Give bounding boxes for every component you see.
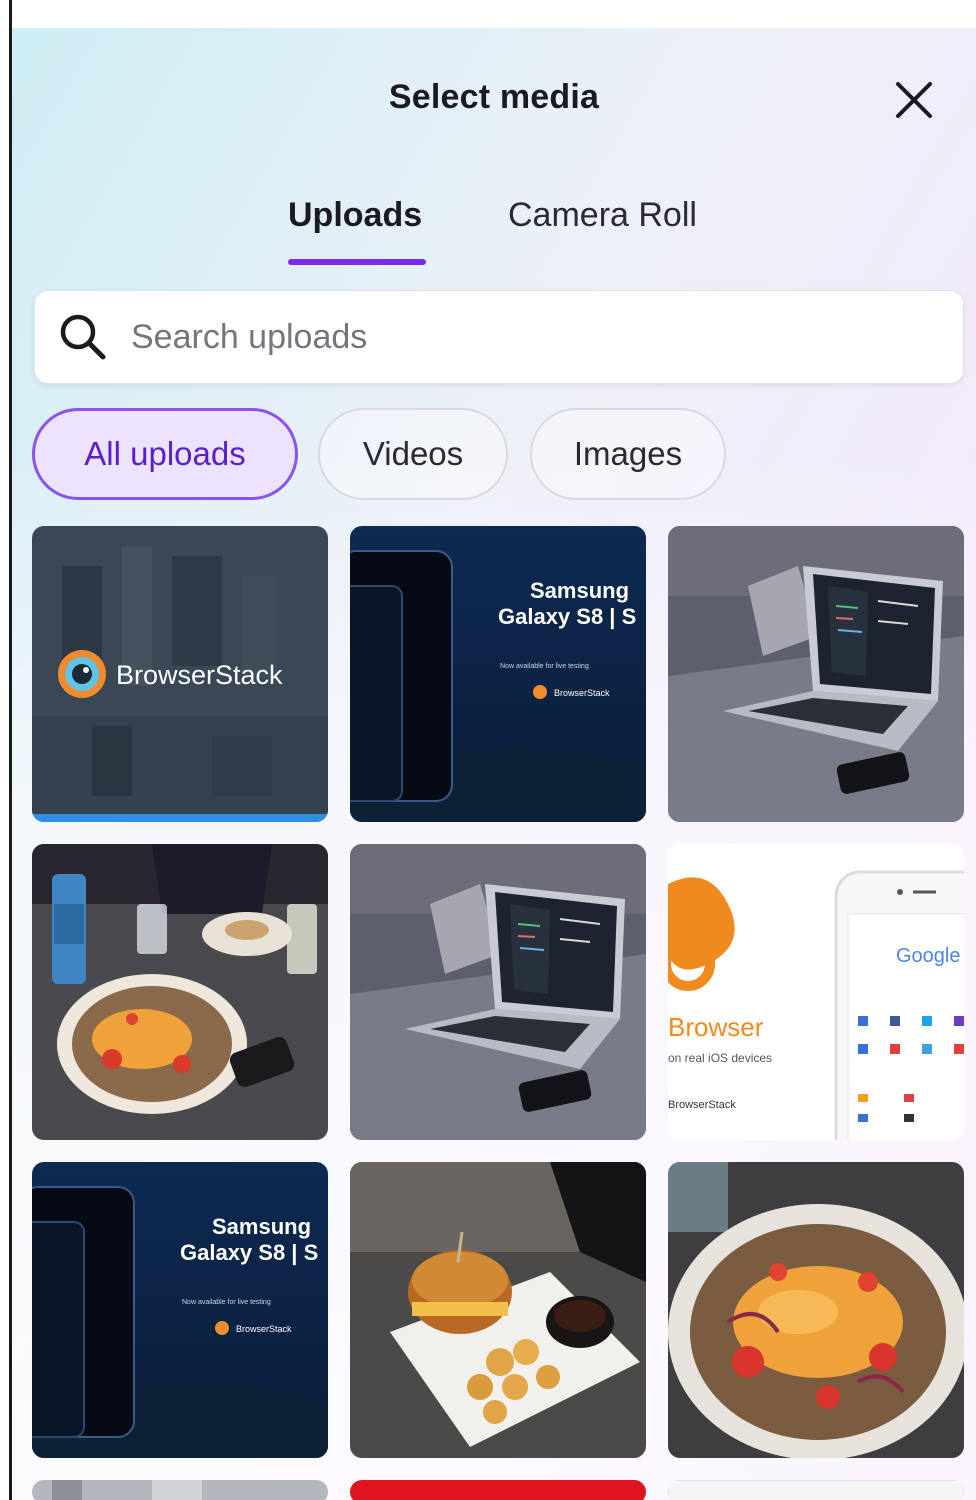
filter-all-uploads[interactable]: All uploads (32, 408, 298, 500)
search-icon (57, 311, 109, 363)
svg-text:BrowserStack: BrowserStack (236, 1324, 292, 1334)
upload-progress-bar (32, 814, 328, 822)
tab-camera-roll[interactable]: Camera Roll (508, 196, 697, 235)
thumbnail-salad-bowl[interactable] (668, 1162, 964, 1458)
thumbnail-image (32, 1480, 328, 1500)
close-button[interactable] (890, 76, 938, 124)
thumbnail-partial-1[interactable] (32, 1480, 328, 1500)
svg-text:Samsung: Samsung (530, 578, 629, 603)
svg-text:BrowserStack: BrowserStack (668, 1099, 736, 1111)
dialog-title: Select media (388, 78, 600, 116)
thumbnail-restaurant-table[interactable] (32, 844, 328, 1140)
close-icon (896, 82, 932, 118)
svg-text:Samsung: Samsung (212, 1214, 311, 1239)
filter-videos[interactable]: Videos (318, 408, 508, 500)
thumbnail-image (668, 1162, 964, 1458)
thumbnail-image (668, 526, 964, 822)
svg-text:Now available for live testing: Now available for live testing (500, 663, 589, 670)
svg-text:Galaxy S8 | S: Galaxy S8 | S (498, 604, 636, 629)
tab-uploads[interactable]: Uploads (288, 196, 422, 235)
thumbnail-image (668, 1480, 964, 1500)
thumbnail-samsung-galaxy-2[interactable]: Samsung Galaxy S8 | S Now available for … (32, 1162, 328, 1458)
thumbnail-image (350, 1162, 646, 1458)
thumbnail-burger-plate[interactable] (350, 1162, 646, 1458)
svg-text:Google: Google (896, 945, 961, 967)
thumbnail-samsung-galaxy[interactable]: Samsung Galaxy S8 | S Now available for … (350, 526, 646, 822)
thumbnail-browserstack[interactable]: BrowserStack (32, 526, 328, 822)
search-bar (34, 290, 964, 384)
thumbnail-partial-2[interactable] (350, 1480, 646, 1500)
thumbnail-partial-3[interactable] (668, 1480, 964, 1500)
browserstack-logo-text: BrowserStack (116, 660, 283, 690)
thumbnail-image (350, 1480, 646, 1500)
filter-images[interactable]: Images (530, 408, 726, 500)
active-tab-indicator (288, 259, 426, 265)
thumbnail-uc-browser[interactable]: Browser on real iOS devices BrowserStack… (668, 844, 964, 1140)
svg-text:Now available for live testing: Now available for live testing (182, 1299, 271, 1306)
svg-text:Browser: Browser (668, 1012, 764, 1042)
select-media-dialog: Select media Uploads Camera Roll All upl… (12, 28, 976, 1500)
thumbnail-image: Browser on real iOS devices BrowserStack… (668, 844, 964, 1140)
thumbnail-image: Samsung Galaxy S8 | S Now available for … (350, 526, 646, 822)
thumbnail-image: BrowserStack (32, 526, 328, 822)
thumbnail-image: Samsung Galaxy S8 | S Now available for … (32, 1162, 328, 1458)
thumbnail-laptop-2[interactable] (350, 844, 646, 1140)
svg-text:Galaxy S8 | S: Galaxy S8 | S (180, 1240, 318, 1265)
search-input[interactable] (129, 316, 893, 358)
svg-text:on real iOS devices: on real iOS devices (668, 1051, 772, 1065)
thumbnail-laptop-1[interactable] (668, 526, 964, 822)
thumbnail-image (350, 844, 646, 1140)
svg-text:BrowserStack: BrowserStack (554, 688, 610, 698)
thumbnail-image (32, 844, 328, 1140)
